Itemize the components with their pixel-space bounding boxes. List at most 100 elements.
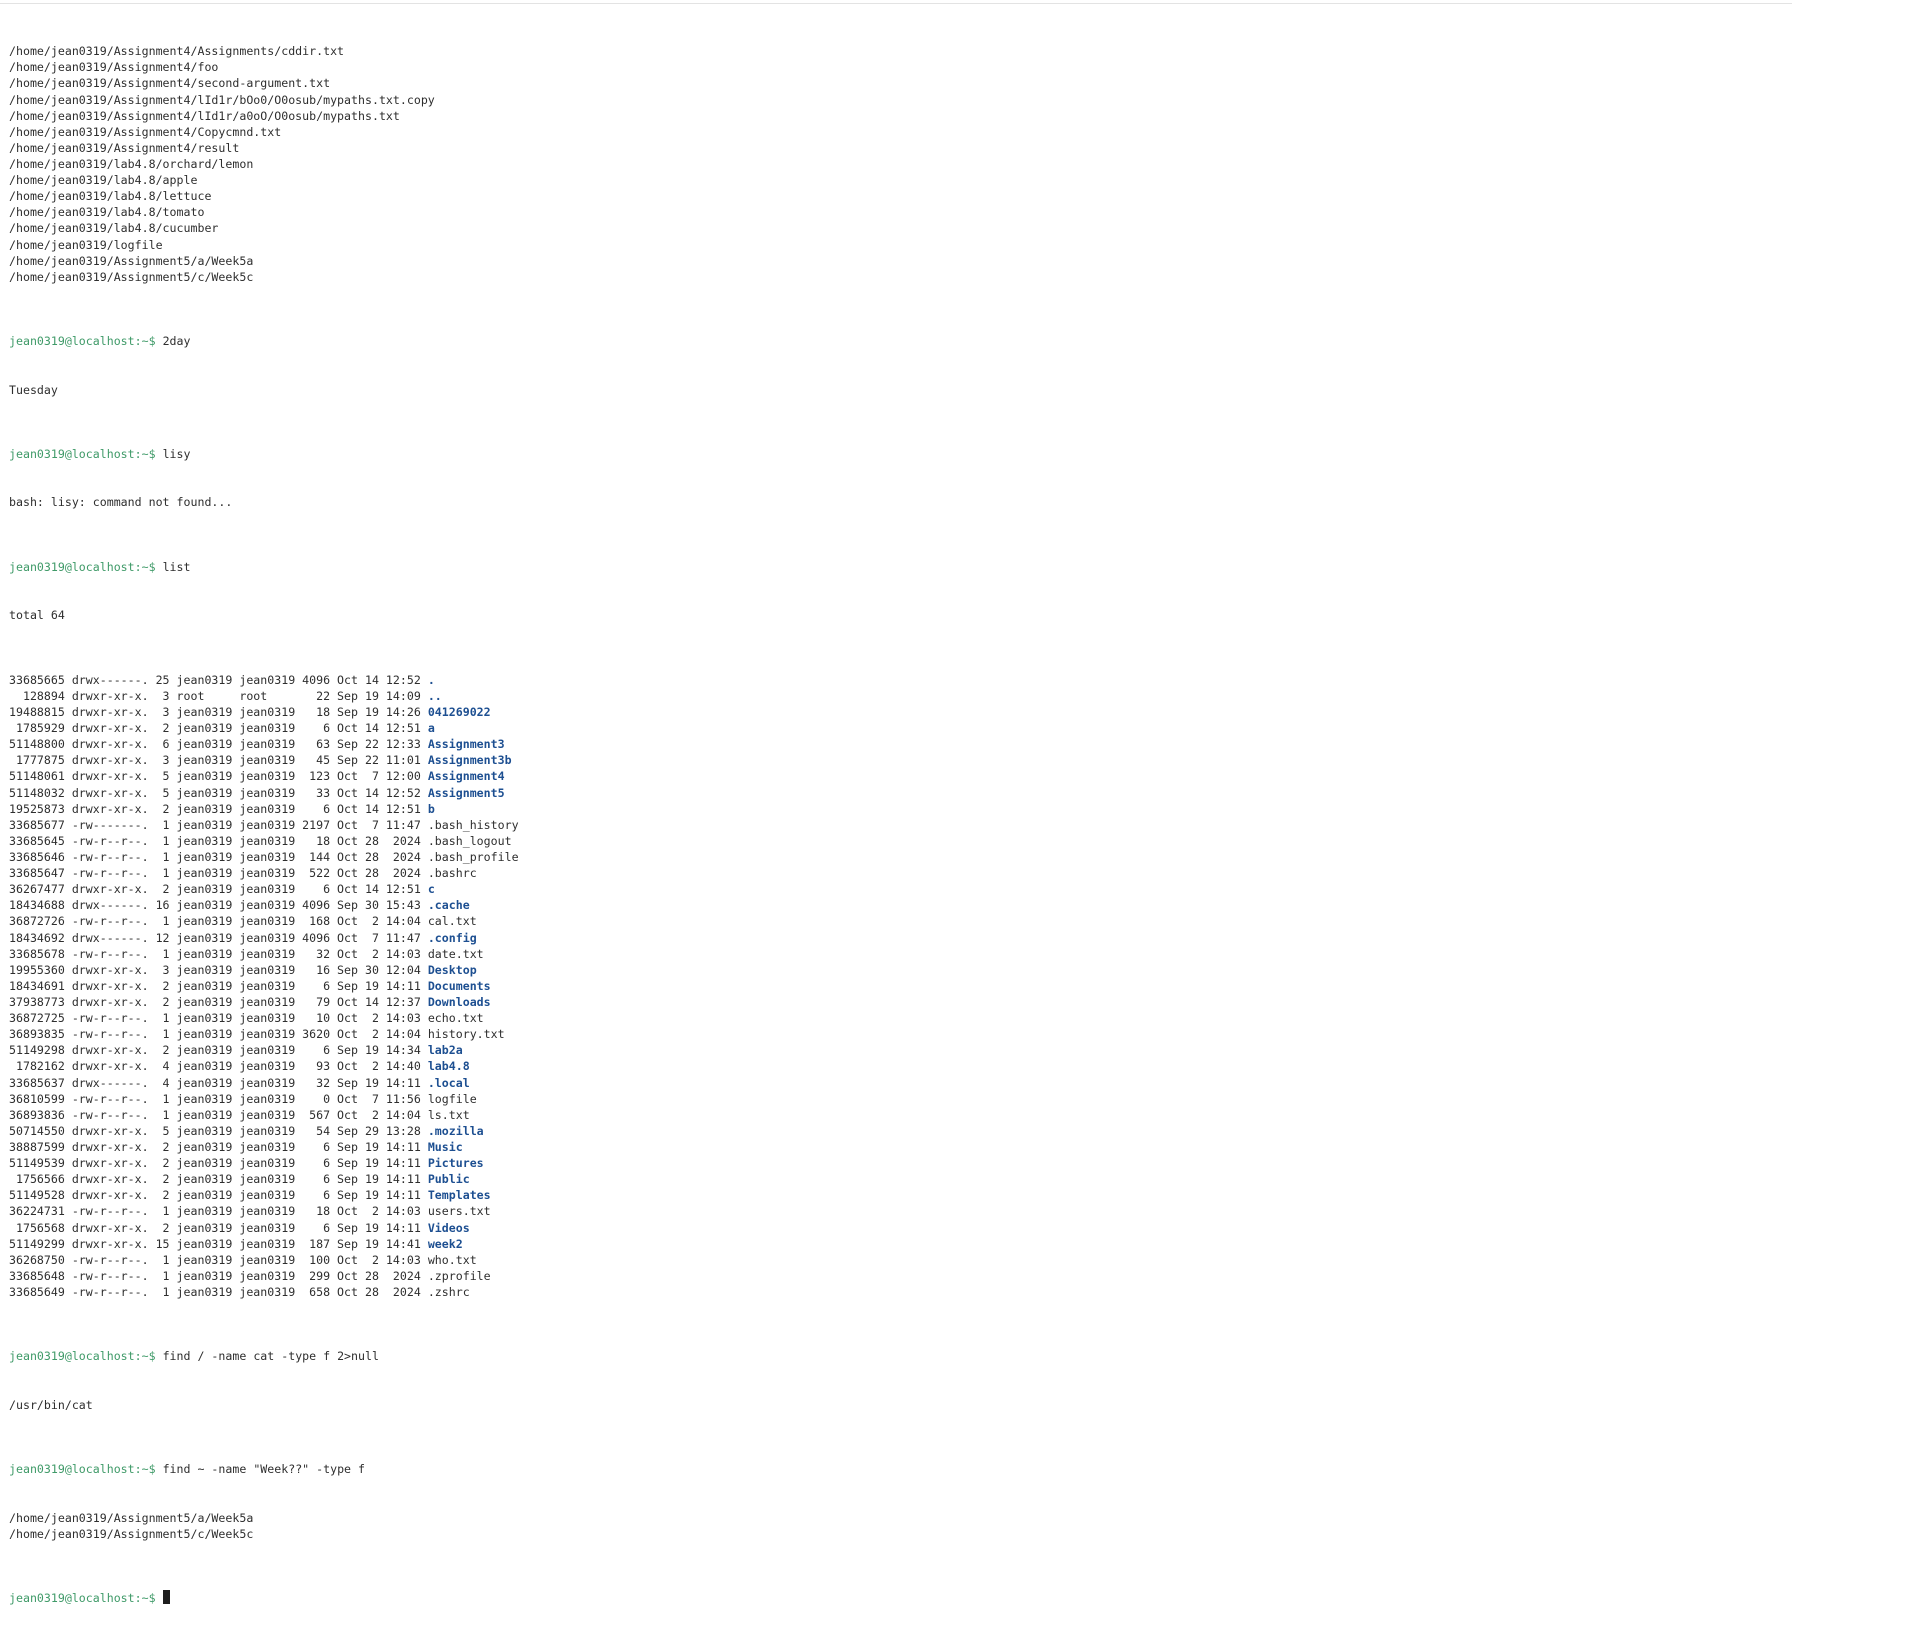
text-cursor — [162, 1590, 170, 1605]
listing-info: 37938773 drwxr-xr-x. 2 jean0319 jean0319… — [9, 994, 428, 1009]
shell-prompt: jean0319@localhost:~$ — [9, 1591, 156, 1606]
listing-row: 50714550 drwxr-xr-x. 5 jean0319 jean0319… — [9, 1123, 519, 1139]
directory-name: .cache — [427, 898, 470, 913]
listing-info: 1785929 drwxr-xr-x. 2 jean0319 jean0319 … — [9, 721, 428, 736]
directory-name: . — [427, 672, 435, 687]
command-text: list — [155, 559, 191, 574]
listing-row: 1777875 drwxr-xr-x. 3 jean0319 jean0319 … — [9, 752, 519, 768]
directory-name: c — [427, 882, 435, 897]
output-line: /home/jean0319/Assignment4/second-argume… — [9, 76, 331, 91]
listing-info: 38887599 drwxr-xr-x. 2 jean0319 jean0319… — [9, 1139, 428, 1154]
window-top-border — [0, 0, 1792, 4]
shell-prompt: jean0319@localhost:~$ — [9, 334, 156, 349]
shell-prompt: jean0319@localhost:~$ — [9, 559, 156, 574]
listing-row: 36893835 -rw-r--r--. 1 jean0319 jean0319… — [9, 1026, 519, 1042]
listing-row: 36268750 -rw-r--r--. 1 jean0319 jean0319… — [9, 1252, 519, 1268]
listing-row: 1782162 drwxr-xr-x. 4 jean0319 jean0319 … — [9, 1058, 519, 1074]
listing-row: 19525873 drwxr-xr-x. 2 jean0319 jean0319… — [9, 801, 519, 817]
file-name: date.txt — [427, 946, 484, 961]
directory-name: .local — [427, 1075, 470, 1090]
listing-row: 51148032 drwxr-xr-x. 5 jean0319 jean0319… — [9, 785, 519, 801]
listing-info: 36268750 -rw-r--r--. 1 jean0319 jean0319… — [9, 1252, 428, 1267]
listing-row: 38887599 drwxr-xr-x. 2 jean0319 jean0319… — [9, 1139, 519, 1155]
listing-row: 1756568 drwxr-xr-x. 2 jean0319 jean0319 … — [9, 1220, 519, 1236]
listing-info: 18434691 drwxr-xr-x. 2 jean0319 jean0319… — [9, 978, 428, 993]
directory-name: Pictures — [427, 1156, 484, 1171]
listing-info: 19955360 drwxr-xr-x. 3 jean0319 jean0319… — [9, 962, 428, 977]
listing-row: 33685665 drwx------. 25 jean0319 jean031… — [9, 672, 519, 688]
listing-row: 128894 drwxr-xr-x. 3 root root 22 Sep 19… — [9, 688, 519, 704]
listing-info: 1782162 drwxr-xr-x. 4 jean0319 jean0319 … — [9, 1059, 428, 1074]
listing-info: 51148061 drwxr-xr-x. 5 jean0319 jean0319… — [9, 769, 428, 784]
listing-row: 51149539 drwxr-xr-x. 2 jean0319 jean0319… — [9, 1155, 519, 1171]
output-line: /home/jean0319/Assignment5/a/Week5a — [9, 253, 254, 268]
listing-row: 1785929 drwxr-xr-x. 2 jean0319 jean0319 … — [9, 720, 519, 736]
listing-row: 36224731 -rw-r--r--. 1 jean0319 jean0319… — [9, 1203, 519, 1219]
command-line: jean0319@localhost:~$ lisy — [9, 446, 519, 462]
output-line: /home/jean0319/Assignment4/lId1r/bOo0/O0… — [9, 92, 435, 107]
file-name: users.txt — [427, 1204, 491, 1219]
listing-info: 51148032 drwxr-xr-x. 5 jean0319 jean0319… — [9, 785, 428, 800]
terminal-window[interactable]: /home/jean0319/Assignment4/Assignments/c… — [0, 0, 1920, 1605]
active-prompt-line[interactable]: jean0319@localhost:~$ — [9, 1590, 519, 1606]
directory-name: lab4.8 — [427, 1059, 470, 1074]
listing-row: 33685677 -rw-------. 1 jean0319 jean0319… — [9, 817, 519, 833]
listing-info: 33685678 -rw-r--r--. 1 jean0319 jean0319… — [9, 946, 428, 961]
listing-info: 33685665 drwx------. 25 jean0319 jean031… — [9, 672, 428, 687]
listing-row: 36810599 -rw-r--r--. 1 jean0319 jean0319… — [9, 1091, 519, 1107]
directory-name: Videos — [427, 1220, 470, 1235]
listing-info: 36267477 drwxr-xr-x. 2 jean0319 jean0319… — [9, 882, 428, 897]
listing-row: 19955360 drwxr-xr-x. 3 jean0319 jean0319… — [9, 962, 519, 978]
listing-info: 36810599 -rw-r--r--. 1 jean0319 jean0319… — [9, 1091, 428, 1106]
directory-name: week2 — [427, 1236, 463, 1251]
output-line: /usr/bin/cat — [9, 1397, 93, 1412]
input-space — [156, 1591, 163, 1605]
output-line: Tuesday — [9, 382, 58, 397]
file-name: cal.txt — [427, 914, 477, 929]
listing-info: 33685646 -rw-r--r--. 1 jean0319 jean0319… — [9, 850, 428, 864]
directory-name: Assignment3 — [427, 737, 505, 752]
terminal-scrollback[interactable]: /home/jean0319/Assignment4/Assignments/c… — [9, 11, 519, 1639]
output-line: /home/jean0319/Assignment5/c/Week5c — [9, 269, 254, 284]
listing-row: 36267477 drwxr-xr-x. 2 jean0319 jean0319… — [9, 881, 519, 897]
output-line: /home/jean0319/lab4.8/orchard/lemon — [9, 157, 254, 172]
listing-row: 51148061 drwxr-xr-x. 5 jean0319 jean0319… — [9, 768, 519, 784]
listing-row: 33685649 -rw-r--r--. 1 jean0319 jean0319… — [9, 1284, 519, 1300]
listing-row: 51149528 drwxr-xr-x. 2 jean0319 jean0319… — [9, 1187, 519, 1203]
listing-row: 51148800 drwxr-xr-x. 6 jean0319 jean0319… — [9, 736, 519, 752]
directory-name: Desktop — [427, 962, 477, 977]
directory-name: .. — [427, 688, 442, 703]
command-line: jean0319@localhost:~$ find / -name cat -… — [9, 1348, 519, 1364]
output-line: /home/jean0319/Assignment4/Assignments/c… — [9, 44, 345, 59]
directory-name: Templates — [427, 1188, 491, 1203]
listing-row: 18434692 drwx------. 12 jean0319 jean031… — [9, 930, 519, 946]
command-line: jean0319@localhost:~$ 2day — [9, 333, 519, 349]
directory-name: Music — [427, 1139, 463, 1154]
listing-row: 33685648 -rw-r--r--. 1 jean0319 jean0319… — [9, 1268, 519, 1284]
find-output-block: /home/jean0319/Assignment4/Assignments/c… — [9, 43, 519, 285]
listing-row: 18434691 drwxr-xr-x. 2 jean0319 jean0319… — [9, 978, 519, 994]
output-line: /home/jean0319/Assignment4/foo — [9, 60, 219, 75]
command-text: 2day — [155, 334, 191, 349]
directory-name: 041269022 — [427, 705, 491, 720]
listing-info: 51149298 drwxr-xr-x. 2 jean0319 jean0319… — [9, 1043, 428, 1058]
listing-row: 18434688 drwx------. 16 jean0319 jean031… — [9, 897, 519, 913]
listing-info: 33685649 -rw-r--r--. 1 jean0319 jean0319… — [9, 1284, 428, 1299]
output-line: /home/jean0319/Assignment5/a/Week5a — [9, 1510, 254, 1525]
listing-row: 51149298 drwxr-xr-x. 2 jean0319 jean0319… — [9, 1042, 519, 1058]
directory-name: Assignment5 — [427, 785, 505, 800]
output-line: /home/jean0319/lab4.8/tomato — [9, 205, 205, 220]
listing-info: 33685637 drwx------. 4 jean0319 jean0319… — [9, 1075, 428, 1090]
listing-info: 51149539 drwxr-xr-x. 2 jean0319 jean0319… — [9, 1156, 428, 1171]
output-line: /home/jean0319/Assignment4/lId1r/a0oO/O0… — [9, 108, 400, 123]
listing-row: 51149299 drwxr-xr-x. 15 jean0319 jean031… — [9, 1236, 519, 1252]
listing-row: 36893836 -rw-r--r--. 1 jean0319 jean0319… — [9, 1107, 519, 1123]
output-line: /home/jean0319/logfile — [9, 237, 163, 252]
directory-name: b — [427, 801, 435, 816]
shell-prompt: jean0319@localhost:~$ — [9, 1462, 156, 1477]
directory-name: Documents — [427, 978, 491, 993]
listing-info: 36224731 -rw-r--r--. 1 jean0319 jean0319… — [9, 1204, 428, 1219]
listing-info: 51149528 drwxr-xr-x. 2 jean0319 jean0319… — [9, 1188, 428, 1203]
command-text: find ~ -name "Week??" -type f — [155, 1462, 365, 1477]
listing-info: 19525873 drwxr-xr-x. 2 jean0319 jean0319… — [9, 801, 428, 816]
